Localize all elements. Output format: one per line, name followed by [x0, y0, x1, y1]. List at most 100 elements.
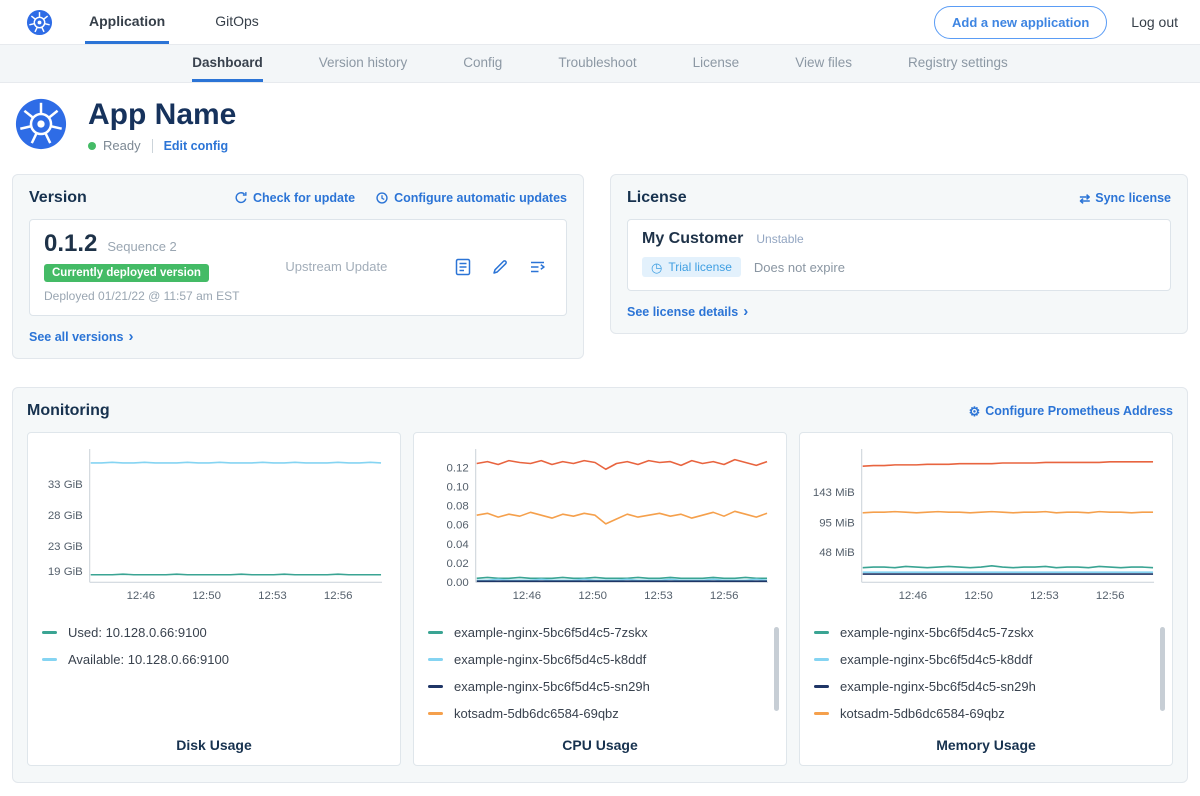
check-for-update-label: Check for update — [253, 191, 355, 205]
license-type-label: Trial license — [668, 260, 732, 274]
svg-text:143 MiB: 143 MiB — [813, 487, 855, 499]
svg-text:0.02: 0.02 — [447, 558, 469, 570]
svg-text:12:46: 12:46 — [899, 590, 928, 602]
legend-scrollbar[interactable] — [1160, 627, 1165, 711]
sync-license-link[interactable]: ⇄ Sync license — [1079, 191, 1171, 205]
clock-refresh-icon — [375, 191, 389, 205]
refresh-icon — [234, 191, 248, 205]
series-label: example-nginx-5bc6f5d4c5-k8ddf — [454, 652, 646, 667]
license-card-title: License — [627, 189, 687, 207]
app-status-row: Ready Edit config — [88, 138, 236, 153]
configure-prometheus-link[interactable]: ⚙ Configure Prometheus Address — [969, 404, 1173, 418]
tab-application[interactable]: Application — [85, 0, 169, 44]
deploy-logs-icon[interactable] — [527, 257, 548, 277]
legend-item: Available: 10.128.0.66:9100 — [40, 646, 388, 673]
app-sub-nav: Dashboard Version history Config Trouble… — [0, 45, 1200, 83]
license-card: License ⇄ Sync license My Customer Unsta… — [610, 174, 1188, 334]
edit-config-link[interactable]: Edit config — [164, 139, 229, 153]
legend-item: kotsadm-5db6dc6584-69qbz — [812, 700, 1160, 727]
legend-scrollbar[interactable] — [774, 627, 779, 711]
subnav-tab-label: View files — [795, 55, 852, 70]
see-all-versions-link[interactable]: See all versions › — [29, 330, 134, 344]
add-application-button[interactable]: Add a new application — [934, 6, 1107, 39]
subnav-tab-troubleshoot[interactable]: Troubleshoot — [558, 45, 636, 82]
series-color-swatch — [428, 658, 443, 661]
series-color-swatch — [428, 712, 443, 715]
deployed-timestamp: Deployed 01/21/22 @ 11:57 am EST — [44, 289, 239, 303]
svg-text:12:53: 12:53 — [644, 590, 673, 602]
series-color-swatch — [814, 685, 829, 688]
series-color-swatch — [428, 631, 443, 634]
svg-text:0.08: 0.08 — [447, 501, 469, 513]
chevron-right-icon: › — [129, 330, 134, 344]
series-color-swatch — [42, 658, 57, 661]
configure-automatic-updates-link[interactable]: Configure automatic updates — [375, 191, 567, 205]
release-notes-icon[interactable] — [453, 257, 473, 277]
chevron-right-icon: › — [743, 305, 748, 319]
logout-link[interactable]: Log out — [1131, 0, 1178, 44]
tab-gitops-label: GitOps — [215, 13, 259, 29]
legend-item: kotsadm-5db6dc6584-69qbz — [426, 700, 774, 727]
memory-usage-chart: 143 MiB95 MiB48 MiB12:4612:5012:5312:56 — [812, 445, 1160, 610]
svg-text:12:50: 12:50 — [964, 590, 993, 602]
series-label: Used: 10.128.0.66:9100 — [68, 625, 207, 640]
app-header: App Name Ready Edit config — [0, 83, 1200, 170]
version-number: 0.1.2 — [44, 230, 97, 258]
legend-item: example-nginx-5bc6f5d4c5-sn29h — [812, 673, 1160, 700]
chart-title: Disk Usage — [40, 731, 388, 757]
subnav-tab-label: Registry settings — [908, 55, 1008, 70]
svg-text:19 GiB: 19 GiB — [48, 566, 83, 578]
monitoring-title: Monitoring — [27, 402, 110, 420]
svg-text:0.10: 0.10 — [447, 481, 469, 493]
top-nav: Application GitOps Add a new application… — [0, 0, 1200, 45]
subnav-tab-label: License — [693, 55, 740, 70]
status-label: Ready — [103, 138, 141, 153]
sync-icon: ⇄ — [1079, 192, 1090, 205]
series-label: example-nginx-5bc6f5d4c5-7zskx — [454, 625, 648, 640]
svg-text:12:56: 12:56 — [710, 590, 739, 602]
svg-text:0.04: 0.04 — [447, 539, 470, 551]
series-color-swatch — [814, 658, 829, 661]
sequence-label: Sequence 2 — [107, 239, 176, 254]
series-label: example-nginx-5bc6f5d4c5-sn29h — [454, 679, 650, 694]
subnav-tab-registry-settings[interactable]: Registry settings — [908, 45, 1008, 82]
chart-title: Memory Usage — [812, 731, 1160, 757]
version-action-icons — [453, 257, 548, 277]
subnav-tab-dashboard[interactable]: Dashboard — [192, 45, 263, 82]
subnav-tab-label: Version history — [319, 55, 408, 70]
legend-item: example-nginx-5bc6f5d4c5-7zskx — [426, 619, 774, 646]
legend-item: Used: 10.128.0.66:9100 — [40, 619, 388, 646]
cpu-usage-chart: 0.120.100.080.060.040.020.0012:4612:5012… — [426, 445, 774, 610]
svg-text:12:53: 12:53 — [1030, 590, 1059, 602]
svg-text:12:50: 12:50 — [192, 590, 221, 602]
chart-title: CPU Usage — [426, 731, 774, 757]
see-all-versions-label: See all versions — [29, 330, 124, 344]
page-title: App Name — [88, 98, 236, 131]
disk-usage-chart: 33 GiB28 GiB23 GiB19 GiB12:4612:5012:531… — [40, 445, 388, 610]
subnav-tab-label: Config — [463, 55, 502, 70]
edit-config-icon[interactable] — [490, 257, 510, 277]
gear-icon: ⚙ — [969, 405, 981, 418]
kubernetes-logo-icon[interactable] — [26, 0, 53, 44]
subnav-tab-version-history[interactable]: Version history — [319, 45, 408, 82]
subnav-tab-label: Dashboard — [192, 55, 263, 70]
subnav-tab-license[interactable]: License — [693, 45, 740, 82]
tab-gitops[interactable]: GitOps — [211, 0, 263, 44]
version-card: Version Check for update Configure autom… — [12, 174, 584, 359]
svg-text:0.00: 0.00 — [447, 577, 469, 589]
tab-application-label: Application — [89, 13, 165, 29]
license-details-box: My Customer Unstable ◷ Trial license Doe… — [627, 219, 1171, 291]
subnav-tab-view-files[interactable]: View files — [795, 45, 852, 82]
app-logo-icon — [14, 97, 68, 154]
cards-row: Version Check for update Configure autom… — [12, 174, 1188, 359]
svg-text:12:46: 12:46 — [127, 590, 156, 602]
version-card-title: Version — [29, 189, 87, 207]
see-license-details-link[interactable]: See license details › — [627, 305, 748, 319]
check-for-update-link[interactable]: Check for update — [234, 191, 355, 205]
cpu-usage-chart-box: 0.120.100.080.060.040.020.0012:4612:5012… — [413, 432, 787, 766]
divider — [152, 139, 153, 153]
memory-usage-chart-box: 143 MiB95 MiB48 MiB12:4612:5012:5312:56 … — [799, 432, 1173, 766]
see-license-details-label: See license details — [627, 305, 738, 319]
subnav-tab-config[interactable]: Config — [463, 45, 502, 82]
svg-text:12:50: 12:50 — [578, 590, 607, 602]
